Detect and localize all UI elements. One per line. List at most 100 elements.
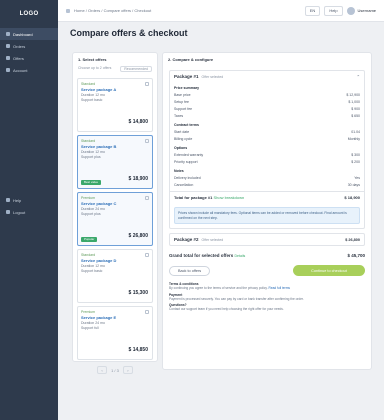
offer-price: $ 14,850	[128, 347, 148, 353]
page-title: Compare offers & checkout	[70, 28, 188, 38]
offers-heading: 1. Select offers	[73, 53, 157, 66]
line-item-value: $ 1,000	[348, 99, 360, 104]
notes-title-2: Payment	[169, 292, 183, 297]
offer-card[interactable]: Premium Service package E Duration 24 mo Su…	[77, 306, 153, 360]
line-item-label: Cancellation	[174, 182, 194, 187]
sidebar: LOGO Dashboard Orders Offers Account Hel…	[0, 0, 58, 420]
offer-meta-2: Support full	[81, 326, 99, 330]
section-heading: Contract terms	[170, 121, 364, 128]
breakdown-link[interactable]: Show breakdown	[214, 195, 245, 200]
home-icon[interactable]	[66, 8, 70, 13]
dashboard-icon	[6, 32, 10, 36]
back-button[interactable]: Back to offers	[169, 265, 211, 276]
language-button[interactable]: EN	[304, 5, 321, 16]
offer-tag: Premium	[81, 310, 96, 314]
offer-card[interactable]: Standard Service package D Duration 12 mo S…	[77, 249, 153, 303]
page-indicator: 1 / 3	[111, 367, 119, 373]
continue-button[interactable]: Continue to checkout	[293, 265, 365, 276]
section-heading: Notes	[170, 167, 364, 174]
line-item-label: Extended warranty	[174, 152, 204, 157]
chevron-up-icon[interactable]: ⌃	[357, 74, 360, 79]
breadcrumb[interactable]: Home / Orders / Compare offers / Checkou…	[74, 8, 151, 13]
offer-2-price: $ 26,800	[345, 237, 360, 242]
offer-checkbox[interactable]	[145, 82, 149, 86]
sort-select[interactable]: Recommended	[120, 66, 152, 72]
terms-link[interactable]: Read full terms	[269, 286, 290, 290]
sidebar-item-offers[interactable]: Offers	[0, 52, 58, 64]
line-item-label: Options	[174, 145, 188, 150]
offer-price: $ 18,900	[128, 176, 148, 182]
offer-1-total: Total for package #1 Show breakdown $ 18…	[170, 191, 364, 203]
sidebar-item-dashboard[interactable]: Dashboard	[0, 28, 58, 40]
line-item-value: Monthly	[347, 136, 360, 141]
offer-badge: Popular	[81, 237, 98, 242]
offer-checkbox[interactable]	[145, 310, 149, 314]
sidebar-item-account[interactable]: Account	[0, 64, 58, 76]
user-menu[interactable]: Username	[346, 6, 376, 15]
line-item: Billing cycle Monthly	[170, 135, 364, 142]
offer-name[interactable]: Service package A	[81, 87, 149, 92]
offer-name[interactable]: Service package C	[81, 201, 149, 206]
line-item-label: Priority support	[174, 159, 198, 164]
line-item-value: 01.04	[351, 129, 360, 134]
line-item-label: Contract terms	[174, 122, 199, 127]
offer-checkbox[interactable]	[145, 139, 149, 143]
line-item-value: Yes	[354, 175, 360, 180]
pager: ‹ 1 / 3 ›	[73, 366, 157, 374]
offer-name[interactable]: Service package E	[81, 315, 149, 320]
offers-sub: Choose up to 2 offers	[78, 66, 112, 70]
offers-panel: 1. Select offers Choose up to 2 offers R…	[72, 52, 158, 374]
offer-card[interactable]: Premium Service package C Duration 24 mo Su…	[77, 192, 153, 246]
line-item-value: $ 200	[351, 159, 360, 164]
topbar: Home / Orders / Compare offers / Checkou…	[58, 0, 384, 22]
offer-checkbox[interactable]	[145, 253, 149, 257]
notes-text-1: By continuing you agree to the terms of …	[169, 286, 268, 291]
offer-1-header[interactable]: Package #1 Offer selected ⌃	[170, 71, 364, 82]
logout-icon	[6, 210, 10, 214]
help-button[interactable]: Help	[324, 5, 343, 16]
offer-price: $ 14,800	[128, 119, 148, 125]
offer-2-header[interactable]: Package #2 Offer selected $ 26,800	[170, 234, 364, 245]
offer-card[interactable]: Standard Service package A Duration 12 mo S…	[77, 78, 153, 132]
sidebar-item-label: Logout	[13, 209, 26, 215]
line-item-value: $ 650	[351, 113, 360, 118]
offer-tag: Standard	[81, 139, 96, 143]
line-item-label: Notes	[174, 168, 184, 173]
offer-card[interactable]: Standard Service package B Duration 12 mo S…	[77, 135, 153, 189]
sidebar-item-orders[interactable]: Orders	[0, 40, 58, 52]
details-link[interactable]: Details	[235, 254, 246, 258]
offer-name[interactable]: Service package D	[81, 258, 149, 263]
comparison-panel: 2. Compare & configure Package #1 Offer s…	[162, 52, 372, 370]
line-item-label: Setup fee	[174, 99, 189, 104]
prev-page-button[interactable]: ‹	[97, 366, 108, 374]
grand-total: Grand total for selected offers Details …	[163, 250, 371, 261]
line-item-value: $ 12,900	[346, 92, 360, 97]
avatar	[346, 6, 355, 15]
offer-tag: Premium	[81, 196, 96, 200]
offer-checkbox[interactable]	[145, 196, 149, 200]
line-item: Delivery included Yes	[170, 174, 364, 181]
offer-tag: Standard	[81, 253, 96, 257]
line-item-label: Billing cycle	[174, 136, 193, 141]
offer-meta-2: Support basic	[81, 98, 103, 102]
line-item-label: Base price	[174, 92, 191, 97]
section-heading: Options	[170, 144, 364, 151]
sidebar-item-logout[interactable]: Logout	[0, 206, 58, 218]
grand-total-label: Grand total for selected offers	[169, 253, 234, 258]
sidebar-item-label: Account	[13, 67, 28, 73]
offer-meta-2: Support basic	[81, 269, 103, 273]
line-item-label: Taxes	[174, 113, 184, 118]
offer-meta-2: Support plus	[81, 155, 101, 159]
line-item-value: $ 300	[351, 152, 360, 157]
next-page-button[interactable]: ›	[122, 366, 133, 374]
notes-text-2: Payment is processed securely. You can p…	[169, 296, 304, 301]
offer-name[interactable]: Service package B	[81, 144, 149, 149]
comparison-heading: 2. Compare & configure	[168, 57, 214, 62]
actions: Back to offers Continue to checkout	[163, 261, 371, 280]
sidebar-item-help[interactable]: Help	[0, 194, 58, 206]
offer-1-box: Package #1 Offer selected ⌃ Price summary…	[169, 70, 365, 229]
offer-1-total-label: Total for package #1	[174, 195, 213, 200]
offer-1-total-value: $ 18,900	[344, 195, 360, 200]
offer-price: $ 26,800	[128, 233, 148, 239]
offer-2-title: Package #2	[174, 237, 199, 242]
